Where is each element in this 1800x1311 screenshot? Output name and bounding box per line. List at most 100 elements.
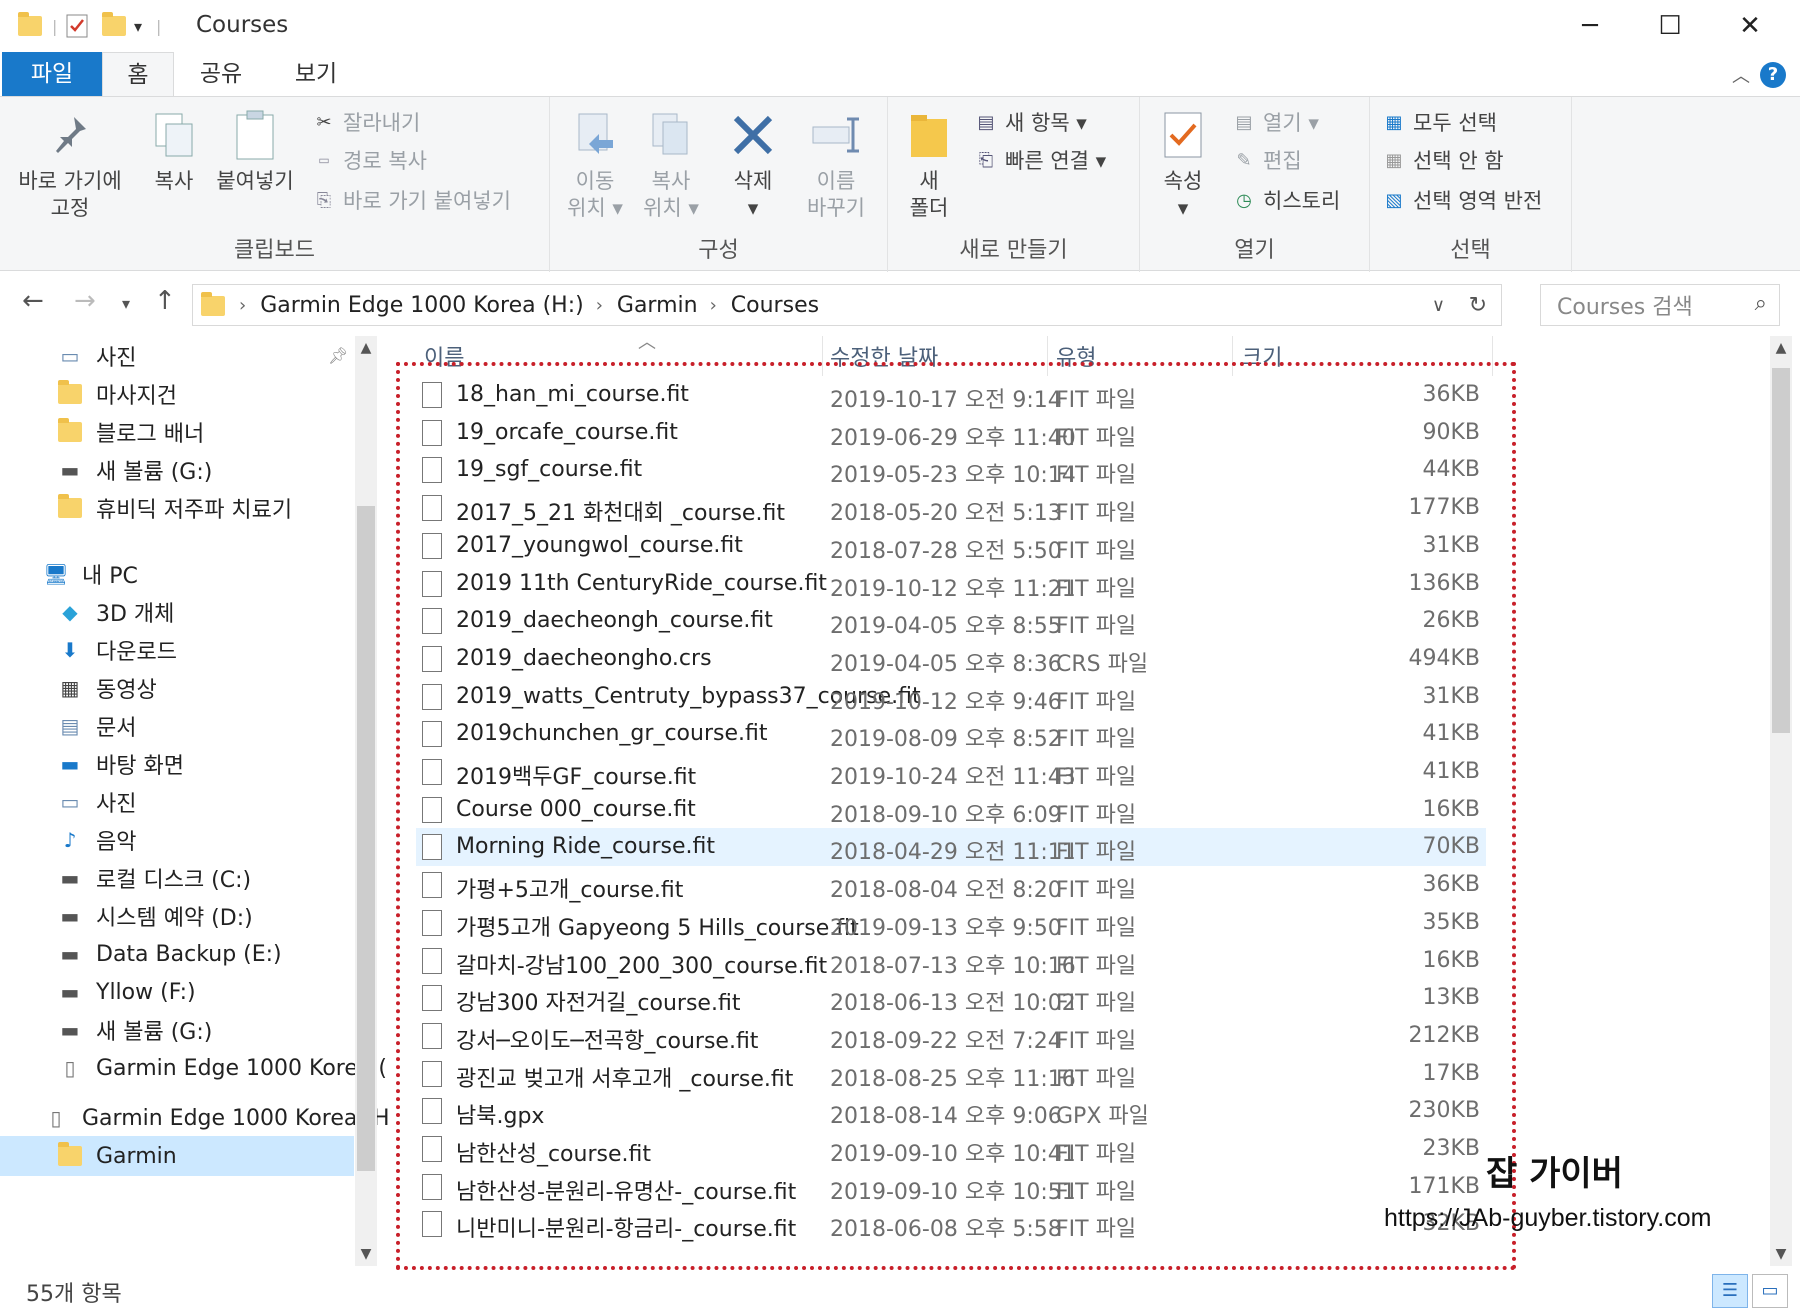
maximize-button[interactable]: ☐ bbox=[1642, 8, 1698, 44]
delete-button[interactable]: 삭제 ▾ bbox=[720, 107, 786, 222]
column-separator[interactable] bbox=[1232, 336, 1233, 376]
table-row[interactable]: 2019_watts_Centruty_bypass37_course.fit 2… bbox=[416, 678, 1486, 716]
column-header-size[interactable]: 크기 bbox=[1242, 336, 1282, 376]
edit-button[interactable]: ✎ 편집 bbox=[1232, 143, 1301, 177]
details-view-icon[interactable]: ☰ bbox=[1712, 1274, 1748, 1308]
table-row[interactable]: 2017_5_21 화천대회 _course.fit 2018-05-20 오전 … bbox=[416, 489, 1486, 527]
tab-share[interactable]: 공유 bbox=[185, 52, 257, 97]
scroll-up-icon[interactable]: ▲ bbox=[1770, 340, 1792, 356]
nav-item-local-disk[interactable]: ▬ 로컬 디스크 (C:) bbox=[56, 858, 252, 898]
nav-item-folder[interactable]: 마사지건 bbox=[56, 374, 177, 414]
nav-item-pictures[interactable]: ▭ 사진 bbox=[56, 782, 137, 822]
table-row[interactable]: 2019_daecheongho.crs 2019-04-05 오후 8:36 CR… bbox=[416, 640, 1486, 678]
tab-file[interactable]: 파일 bbox=[2, 52, 102, 97]
customize-toolbar-icon[interactable]: ▾ bbox=[134, 12, 142, 40]
nav-item-usb-drive[interactable]: ▯ Garmin Edge 1000 Korea ( bbox=[56, 1048, 386, 1088]
select-none-button[interactable]: ▦ 선택 안 함 bbox=[1382, 143, 1503, 177]
table-row[interactable]: 2019 11th CenturyRide_course.fit 2019-10-… bbox=[416, 565, 1486, 603]
nav-item-drive[interactable]: ▬ 시스템 예약 (D:) bbox=[56, 896, 253, 936]
scroll-down-icon[interactable]: ▼ bbox=[1770, 1246, 1792, 1262]
nav-item-music[interactable]: ♪ 음악 bbox=[56, 820, 137, 860]
help-icon[interactable]: ? bbox=[1760, 62, 1786, 88]
table-row[interactable]: 2019chunchen_gr_course.fit 2019-08-09 오후 … bbox=[416, 715, 1486, 753]
scroll-down-icon[interactable]: ▼ bbox=[355, 1246, 377, 1262]
nav-item-desktop[interactable]: ▬ 바탕 화면 bbox=[56, 744, 184, 784]
collapse-ribbon-icon[interactable]: ︿ bbox=[1732, 62, 1750, 88]
back-arrow-icon[interactable]: ← bbox=[22, 286, 44, 316]
up-arrow-icon[interactable]: ↑ bbox=[154, 286, 176, 316]
properties-quick-icon[interactable] bbox=[66, 12, 88, 40]
nav-item-drive[interactable]: ▬ 새 볼륨 (G:) bbox=[56, 1010, 213, 1050]
nav-item-drive[interactable]: ▬ 새 볼륨 (G:) bbox=[56, 450, 213, 490]
scroll-up-icon[interactable]: ▲ bbox=[355, 340, 377, 356]
search-input[interactable]: Courses 검색 ⌕ bbox=[1540, 284, 1780, 326]
open-button[interactable]: ▤ 열기 ▾ bbox=[1232, 105, 1318, 139]
nav-item-3d-objects[interactable]: ◆ 3D 개체 bbox=[56, 592, 174, 632]
scrollbar-thumb[interactable] bbox=[1772, 368, 1790, 733]
table-row[interactable]: 가평5고개 Gapyeong 5 Hills_course.fit 2019-09… bbox=[416, 904, 1486, 942]
new-item-button[interactable]: ▤ 새 항목 ▾ bbox=[974, 105, 1086, 139]
nav-item-folder[interactable]: 블로그 배너 bbox=[56, 412, 204, 452]
cut-button[interactable]: ✂ 잘라내기 bbox=[312, 105, 420, 139]
rename-button[interactable]: 이름 바꾸기 bbox=[796, 107, 876, 222]
address-bar[interactable]: › Garmin Edge 1000 Korea (H:) › Garmin ›… bbox=[192, 284, 1502, 326]
table-row[interactable]: Course 000_course.fit 2018-09-10 오후 6:09 F… bbox=[416, 791, 1486, 829]
easy-access-button[interactable]: ⎗ 빠른 연결 ▾ bbox=[974, 143, 1106, 177]
table-row[interactable]: 강서─오이도─전곡항_course.fit 2018-09-22 오전 7:24 F… bbox=[416, 1017, 1486, 1055]
minimize-button[interactable]: ─ bbox=[1562, 8, 1618, 44]
column-header-type[interactable]: 유형 bbox=[1056, 336, 1096, 376]
paste-button[interactable]: 붙여넣기 bbox=[210, 107, 300, 195]
scrollbar-thumb[interactable] bbox=[357, 506, 375, 1171]
nav-item-drive[interactable]: ▬ Yllow (F:) bbox=[56, 972, 196, 1012]
nav-item-documents[interactable]: ▤ 문서 bbox=[56, 706, 137, 746]
copy-to-button[interactable]: 복사 위치 ▾ bbox=[636, 107, 706, 222]
column-separator[interactable] bbox=[1047, 336, 1048, 376]
table-row[interactable]: 가평+5고개_course.fit 2018-08-04 오전 8:20 FIT 파… bbox=[416, 866, 1486, 904]
invert-selection-button[interactable]: ▧ 선택 영역 반전 bbox=[1382, 183, 1542, 217]
nav-item-downloads[interactable]: ⬇ 다운로드 bbox=[56, 630, 177, 670]
new-folder-button[interactable]: 새 폴더 bbox=[894, 107, 964, 222]
tab-view[interactable]: 보기 bbox=[280, 52, 352, 97]
large-icons-view-icon[interactable]: ▭ bbox=[1752, 1274, 1788, 1308]
history-button[interactable]: ◷ 히스토리 bbox=[1232, 183, 1340, 217]
breadcrumb-garmin[interactable]: Garmin bbox=[617, 293, 698, 318]
nav-item-garmin-selected[interactable]: Garmin bbox=[0, 1136, 354, 1176]
table-row[interactable]: 갈마치-강남100_200_300_course.fit 2018-07-13 오… bbox=[416, 942, 1486, 980]
select-all-button[interactable]: ▦ 모두 선택 bbox=[1382, 105, 1496, 139]
column-separator[interactable] bbox=[1492, 336, 1493, 376]
table-row[interactable]: 광진교 벚고개 서후고개 _course.fit 2018-08-25 오후 11… bbox=[416, 1055, 1486, 1093]
properties-button[interactable]: 속성 ▾ bbox=[1146, 107, 1220, 222]
table-row[interactable]: 남한산성_course.fit 2019-09-10 오후 10:41 FIT 파일… bbox=[416, 1130, 1486, 1168]
new-folder-quick-icon[interactable] bbox=[102, 12, 126, 40]
table-row[interactable]: 19_sgf_course.fit 2019-05-23 오후 10:14 FIT … bbox=[416, 451, 1486, 489]
move-to-button[interactable]: 이동 위치 ▾ bbox=[560, 107, 630, 222]
table-row[interactable]: Morning Ride_course.fit 2018-04-29 오전 11:… bbox=[416, 828, 1486, 867]
breadcrumb-drive[interactable]: Garmin Edge 1000 Korea (H:) bbox=[260, 293, 584, 318]
file-list-scrollbar[interactable]: ▲ ▼ bbox=[1770, 336, 1792, 1266]
column-header-name[interactable]: 이름 bbox=[424, 336, 464, 376]
pin-to-quick-access-button[interactable]: 바로 가기에 고정 bbox=[10, 107, 130, 222]
table-row[interactable]: 니반미니-분원리-항금리-_course.fit 2018-06-08 오후 5:… bbox=[416, 1205, 1486, 1243]
nav-item-usb-device[interactable]: ▯ Garmin Edge 1000 Korea (H bbox=[42, 1098, 389, 1138]
recent-locations-chevron-icon[interactable]: ▾ bbox=[122, 294, 130, 313]
column-separator[interactable] bbox=[822, 336, 823, 376]
table-row[interactable]: 남북.gpx 2018-08-14 오후 9:06 GPX 파일 230KB bbox=[416, 1092, 1486, 1130]
breadcrumb-courses[interactable]: Courses bbox=[731, 293, 819, 318]
refresh-icon[interactable]: ↻ bbox=[1469, 293, 1487, 318]
table-row[interactable]: 2017_youngwol_course.fit 2018-07-28 오전 5:… bbox=[416, 527, 1486, 565]
nav-item-pictures[interactable]: ▭ 사진 bbox=[56, 336, 137, 376]
nav-pane-scrollbar[interactable]: ▲ ▼ bbox=[355, 336, 377, 1266]
tab-home[interactable]: 홈 bbox=[102, 52, 174, 97]
paste-shortcut-button[interactable]: ⎘ 바로 가기 붙여넣기 bbox=[312, 183, 511, 217]
table-row[interactable]: 2019백두GF_course.fit 2019-10-24 오전 11:43 FI… bbox=[416, 753, 1486, 791]
nav-item-drive[interactable]: ▬ Data Backup (E:) bbox=[56, 934, 282, 974]
forward-arrow-icon[interactable]: → bbox=[74, 286, 96, 316]
table-row[interactable]: 강남300 자전거길_course.fit 2018-06-13 오전 10:02… bbox=[416, 979, 1486, 1017]
column-header-date[interactable]: 수정한 날짜 bbox=[830, 336, 938, 376]
table-row[interactable]: 남한산성-분원리-유명산-_course.fit 2019-09-10 오후 10… bbox=[416, 1168, 1486, 1206]
table-row[interactable]: 18_han_mi_course.fit 2019-10-17 오전 9:14 FI… bbox=[416, 376, 1486, 414]
copy-path-button[interactable]: ▭ 경로 복사 bbox=[312, 143, 427, 177]
close-button[interactable]: ✕ bbox=[1722, 8, 1778, 44]
nav-item-videos[interactable]: ▦ 동영상 bbox=[56, 668, 157, 708]
nav-item-this-pc[interactable]: 🖥︎ 내 PC bbox=[42, 554, 138, 594]
